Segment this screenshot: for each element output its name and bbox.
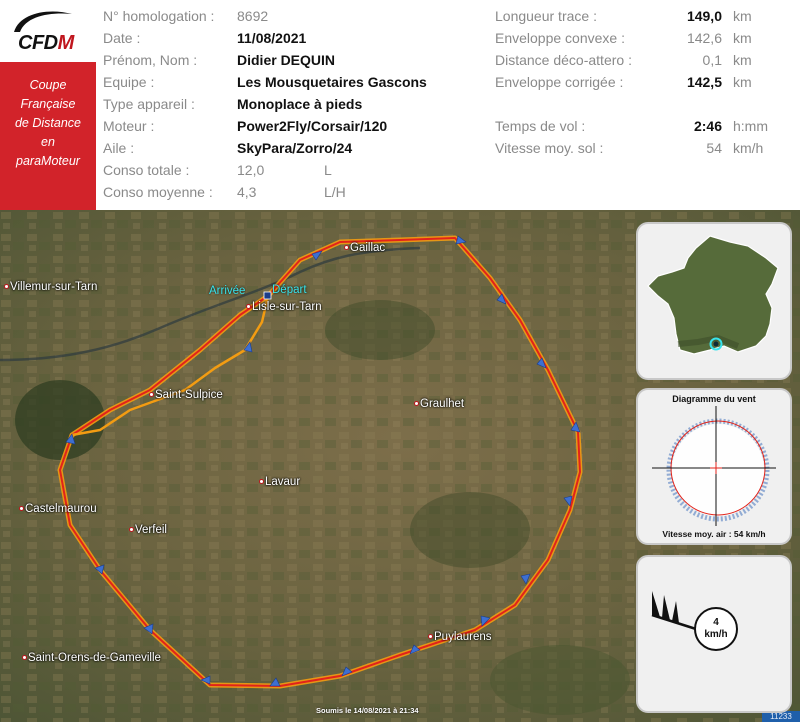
town-label: Villemur-sur-Tarn (4, 281, 97, 293)
label-team: Equipe : (103, 74, 155, 90)
label-engine: Moteur : (103, 118, 155, 134)
town-dot-icon (149, 392, 154, 397)
label-vitesse-moy-sol: Vitesse moy. sol : (495, 140, 604, 156)
wind-diagram-chart (652, 406, 776, 526)
value-enveloppe-corrigee: 142,5 (686, 74, 722, 90)
label-distance-deco-attero: Distance déco-attero : (495, 52, 632, 68)
town-dot-icon (344, 245, 349, 250)
value-enveloppe-convexe: 142,6 (686, 30, 722, 46)
value-engine: Power2Fly/Corsair/120 (237, 118, 388, 134)
label-conso-moyenne: Conso moyenne : (103, 184, 213, 200)
value-team: Les Mousquetaires Gascons (237, 74, 427, 90)
value-date: 11/08/2021 (237, 30, 307, 46)
town-label: Graulhet (414, 398, 464, 410)
arrival-label: Arrivée (209, 285, 246, 297)
label-longueur-trace: Longueur trace : (495, 8, 597, 24)
town-dot-icon (246, 304, 251, 309)
label-date: Date : (103, 30, 141, 46)
town-dot-icon (428, 634, 433, 639)
town-label: Verfeil (129, 524, 167, 536)
conso-units: L L/H (324, 159, 364, 203)
town-dot-icon (19, 506, 24, 511)
label-pilot: Prénom, Nom : (103, 52, 198, 68)
unit-conso-totale: L (324, 162, 332, 178)
unit-distance-deco-attero: km (733, 52, 752, 68)
label-temps-de-vol: Temps de vol : (495, 118, 586, 134)
flight-header: CFDM Coupe Française de Distance en para… (0, 0, 800, 210)
label-conso-totale: Conso totale : (103, 162, 190, 178)
label-wing: Aile : (103, 140, 135, 156)
value-pilot: Didier DEQUIN (237, 52, 336, 68)
label-enveloppe-corrigee: Enveloppe corrigée : (495, 74, 624, 90)
value-homologation: 8692 (237, 8, 269, 24)
paraglider-swoosh-icon (14, 11, 72, 32)
label-aircraft-type: Type appareil : (103, 96, 195, 112)
wind-speed-unit: km/h (704, 629, 728, 640)
town-label: Lisle-sur-Tarn (246, 301, 322, 313)
competition-title-line: Coupe (29, 78, 67, 92)
town-label: Lavaur (259, 476, 300, 488)
value-distance-deco-attero: 0,1 (702, 52, 722, 68)
town-dot-icon (4, 284, 9, 289)
value-wing: SkyPara/Zorro/24 (237, 140, 353, 156)
unit-vitesse-moy-sol: km/h (733, 140, 764, 156)
town-label: Saint-Sulpice (149, 389, 223, 401)
stats-units: km km km km h:mm km/h (733, 5, 793, 159)
start-marker (263, 291, 272, 300)
competition-title-line: en (41, 135, 55, 149)
value-temps-de-vol: 2:46 (693, 118, 722, 134)
unit-enveloppe-corrigee: km (733, 74, 752, 90)
wind-speed-value: 4 (713, 617, 719, 628)
town-dot-icon (22, 655, 27, 660)
town-dot-icon (129, 527, 134, 532)
flight-info-labels: N° homologation : Date : Prénom, Nom : E… (103, 5, 233, 203)
label-enveloppe-convexe: Enveloppe convexe : (495, 30, 625, 46)
wind-diagram-panel: Diagramme du vent Vitesse moy. air : 54 … (636, 388, 792, 545)
town-dot-icon (259, 479, 264, 484)
value-longueur-trace: 149,0 (686, 8, 722, 24)
stats-labels: Longueur trace : Enveloppe convexe : Dis… (495, 5, 675, 159)
competition-title-line: paraMoteur (16, 154, 80, 168)
wind-speed-panel: 4 km/h (636, 555, 792, 713)
stats-values: 149,0 142,6 0,1 142,5 2:46 54 (650, 5, 722, 159)
value-vitesse-moy-sol: 54 (706, 140, 722, 156)
submission-note: Soumis le 14/08/2021 à 21:34 (316, 706, 419, 715)
competition-title-box: Coupe Française de Distance en paraMoteu… (0, 62, 96, 210)
town-dot-icon (414, 401, 419, 406)
air-speed-label: Vitesse moy. air : 54 km/h (662, 529, 766, 539)
town-label: Gaillac (344, 242, 385, 254)
competition-title-line: de Distance (14, 116, 81, 130)
cfdm-logo: CFDM (0, 0, 96, 62)
value-aircraft-type: Monoplace à pieds (237, 96, 363, 112)
unit-enveloppe-convexe: km (733, 30, 752, 46)
town-label: Castelmaurou (19, 503, 97, 515)
logo-text: CFDM (18, 32, 74, 54)
unit-temps-de-vol: h:mm (733, 118, 768, 134)
town-label: Puylaurens (428, 631, 492, 643)
label-homologation: N° homologation : (103, 8, 215, 24)
unit-longueur-trace: km (733, 8, 752, 24)
departure-label: Départ (272, 284, 307, 296)
wind-speed-badge: 4 km/h (694, 607, 738, 651)
competition-title-line: Française (20, 97, 76, 111)
town-label: Saint-Orens-de-Gameville (22, 652, 161, 664)
france-map-icon (647, 235, 779, 355)
france-locator-panel (636, 222, 792, 380)
unit-conso-moyenne: L/H (324, 184, 346, 200)
